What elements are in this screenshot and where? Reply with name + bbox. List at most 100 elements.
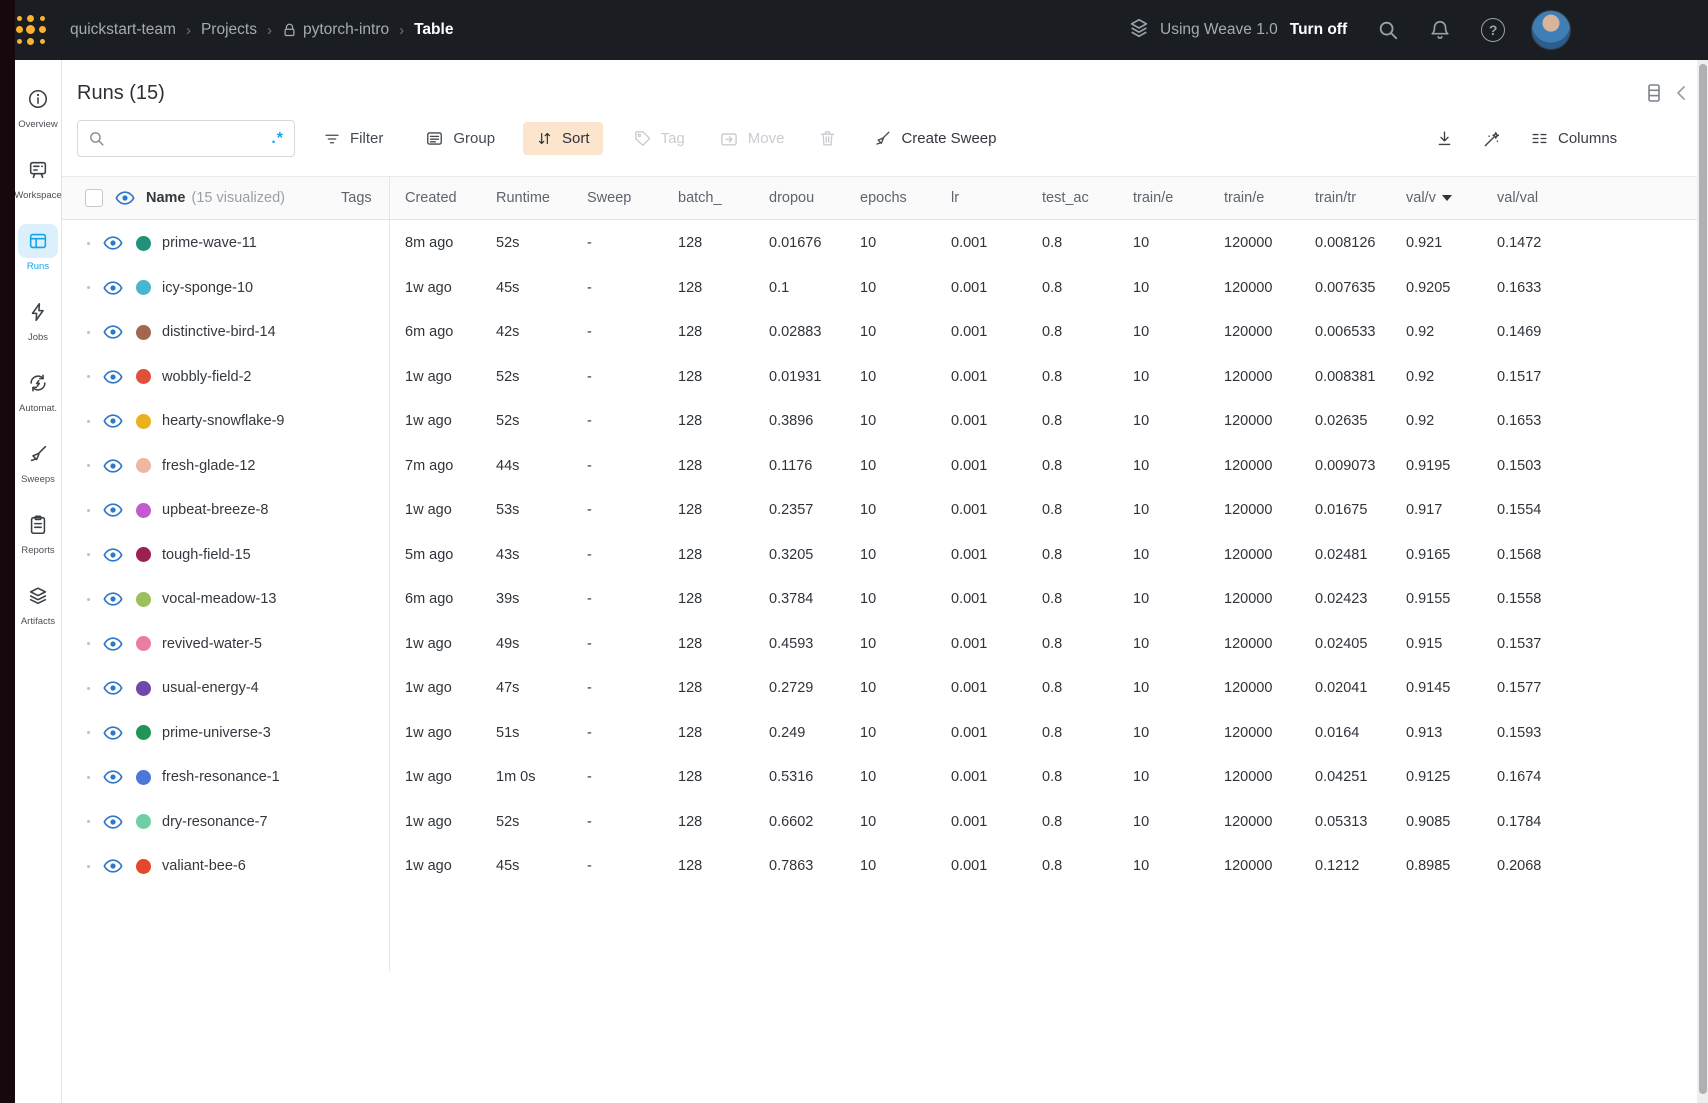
run-name-link[interactable]: wobbly-field-2 — [162, 369, 251, 385]
run-name-link[interactable]: revived-water-5 — [162, 636, 262, 652]
drag-handle[interactable] — [87, 776, 90, 779]
vertical-scrollbar-track[interactable] — [1697, 60, 1708, 1103]
sidebar-item-artifacts[interactable]: Artifacts — [18, 579, 58, 627]
user-avatar[interactable] — [1531, 10, 1571, 50]
select-all-checkbox[interactable] — [85, 189, 103, 207]
visibility-eye-icon[interactable] — [103, 678, 123, 698]
table-density-icon[interactable] — [1646, 84, 1662, 102]
visibility-eye-icon[interactable] — [103, 322, 123, 342]
table-row[interactable]: wobbly-field-2 1w ago52s-1280.01931100.0… — [62, 355, 1708, 400]
table-row[interactable]: icy-sponge-10 1w ago45s-1280.1100.0010.8… — [62, 266, 1708, 311]
visibility-eye-icon[interactable] — [103, 411, 123, 431]
drag-handle[interactable] — [87, 820, 90, 823]
column-header[interactable]: val/v — [1392, 177, 1483, 219]
search-icon[interactable] — [1377, 19, 1399, 41]
breadcrumb-projects[interactable]: Projects — [201, 21, 257, 39]
name-column-header[interactable]: Name — [146, 190, 186, 206]
run-name-link[interactable]: fresh-glade-12 — [162, 458, 256, 474]
table-row[interactable]: vocal-meadow-13 6m ago39s-1280.3784100.0… — [62, 577, 1708, 622]
visibility-eye-icon[interactable] — [103, 233, 123, 253]
turn-off-weave-button[interactable]: Turn off — [1290, 21, 1347, 39]
table-row[interactable]: fresh-glade-12 7m ago44s-1280.1176100.00… — [62, 444, 1708, 489]
sidebar-item-sweeps[interactable]: Sweeps — [18, 437, 58, 485]
drag-handle[interactable] — [87, 242, 90, 245]
column-header[interactable]: dropou — [755, 177, 846, 219]
run-name-link[interactable]: icy-sponge-10 — [162, 280, 253, 296]
column-header[interactable]: epochs — [846, 177, 937, 219]
column-header[interactable]: Runtime — [482, 177, 573, 219]
table-row[interactable]: prime-universe-3 1w ago51s-1280.249100.0… — [62, 711, 1708, 756]
table-row[interactable]: valiant-bee-6 1w ago45s-1280.7863100.001… — [62, 844, 1708, 889]
drag-handle[interactable] — [87, 331, 90, 334]
sidebar-item-automations[interactable]: Automat. — [18, 366, 58, 414]
column-header[interactable]: train/e — [1210, 177, 1301, 219]
regex-toggle-icon[interactable]: .* — [271, 130, 284, 148]
table-row[interactable]: dry-resonance-7 1w ago52s-1280.6602100.0… — [62, 800, 1708, 845]
create-sweep-button[interactable]: Create Sweep — [873, 129, 996, 148]
drag-handle[interactable] — [87, 553, 90, 556]
run-name-link[interactable]: valiant-bee-6 — [162, 858, 246, 874]
help-icon[interactable]: ? — [1481, 18, 1505, 42]
tag-button[interactable]: Tag — [633, 129, 685, 148]
visibility-eye-icon[interactable] — [103, 856, 123, 876]
visibility-eye-icon[interactable] — [115, 188, 135, 208]
drag-handle[interactable] — [87, 598, 90, 601]
column-header[interactable]: train/tr — [1301, 177, 1392, 219]
visibility-eye-icon[interactable] — [103, 500, 123, 520]
drag-handle[interactable] — [87, 731, 90, 734]
run-name-link[interactable]: usual-energy-4 — [162, 680, 259, 696]
run-name-link[interactable]: prime-universe-3 — [162, 725, 271, 741]
run-name-link[interactable]: prime-wave-11 — [162, 235, 257, 251]
column-header[interactable]: val/val — [1483, 177, 1574, 219]
visibility-eye-icon[interactable] — [103, 634, 123, 654]
visibility-eye-icon[interactable] — [103, 812, 123, 832]
drag-handle[interactable] — [87, 375, 90, 378]
move-button[interactable]: Move — [719, 129, 785, 149]
table-row[interactable]: fresh-resonance-1 1w ago1m 0s-1280.53161… — [62, 755, 1708, 800]
wandb-logo-icon[interactable] — [14, 13, 48, 47]
table-row[interactable]: tough-field-15 5m ago43s-1280.3205100.00… — [62, 533, 1708, 578]
column-header[interactable]: Tags — [327, 177, 391, 219]
drag-handle[interactable] — [87, 509, 90, 512]
drag-handle[interactable] — [87, 286, 90, 289]
run-name-link[interactable]: distinctive-bird-14 — [162, 324, 276, 340]
run-name-link[interactable]: vocal-meadow-13 — [162, 591, 276, 607]
visibility-eye-icon[interactable] — [103, 367, 123, 387]
runs-search-input[interactable] — [113, 130, 271, 147]
export-download-button[interactable] — [1435, 129, 1454, 148]
table-row[interactable]: revived-water-5 1w ago49s-1280.4593100.0… — [62, 622, 1708, 667]
delete-button[interactable] — [818, 129, 837, 148]
table-row[interactable]: prime-wave-11 8m ago52s-1280.01676100.00… — [62, 221, 1708, 266]
table-row[interactable]: distinctive-bird-14 6m ago42s-1280.02883… — [62, 310, 1708, 355]
table-row[interactable]: hearty-snowflake-9 1w ago52s-1280.389610… — [62, 399, 1708, 444]
visibility-eye-icon[interactable] — [103, 589, 123, 609]
column-header[interactable]: batch_ — [664, 177, 755, 219]
run-name-link[interactable]: upbeat-breeze-8 — [162, 502, 268, 518]
drag-handle[interactable] — [87, 464, 90, 467]
column-header[interactable]: Created — [391, 177, 482, 219]
drag-handle[interactable] — [87, 687, 90, 690]
run-name-link[interactable]: tough-field-15 — [162, 547, 251, 563]
group-button[interactable]: Group — [425, 129, 495, 148]
columns-button[interactable]: Columns — [1530, 129, 1617, 148]
column-header[interactable]: Sweep — [573, 177, 664, 219]
collapse-panel-icon[interactable] — [1676, 85, 1686, 101]
drag-handle[interactable] — [87, 865, 90, 868]
sort-button[interactable]: Sort — [523, 122, 603, 155]
drag-handle[interactable] — [87, 420, 90, 423]
sidebar-item-overview[interactable]: Overview — [18, 82, 58, 130]
notifications-bell-icon[interactable] — [1429, 19, 1451, 41]
column-header[interactable]: lr — [937, 177, 1028, 219]
table-row[interactable]: usual-energy-4 1w ago47s-1280.2729100.00… — [62, 666, 1708, 711]
sidebar-item-workspace[interactable]: Workspace — [14, 153, 61, 201]
visibility-eye-icon[interactable] — [103, 456, 123, 476]
breadcrumb-table[interactable]: Table — [414, 21, 453, 39]
magic-wand-button[interactable] — [1482, 129, 1502, 149]
sidebar-item-jobs[interactable]: Jobs — [18, 295, 58, 343]
column-header[interactable]: test_ac — [1028, 177, 1119, 219]
table-row[interactable]: upbeat-breeze-8 1w ago53s-1280.2357100.0… — [62, 488, 1708, 533]
visibility-eye-icon[interactable] — [103, 723, 123, 743]
sidebar-item-runs[interactable]: Runs — [18, 224, 58, 272]
filter-button[interactable]: Filter — [323, 130, 383, 148]
run-name-link[interactable]: fresh-resonance-1 — [162, 769, 280, 785]
